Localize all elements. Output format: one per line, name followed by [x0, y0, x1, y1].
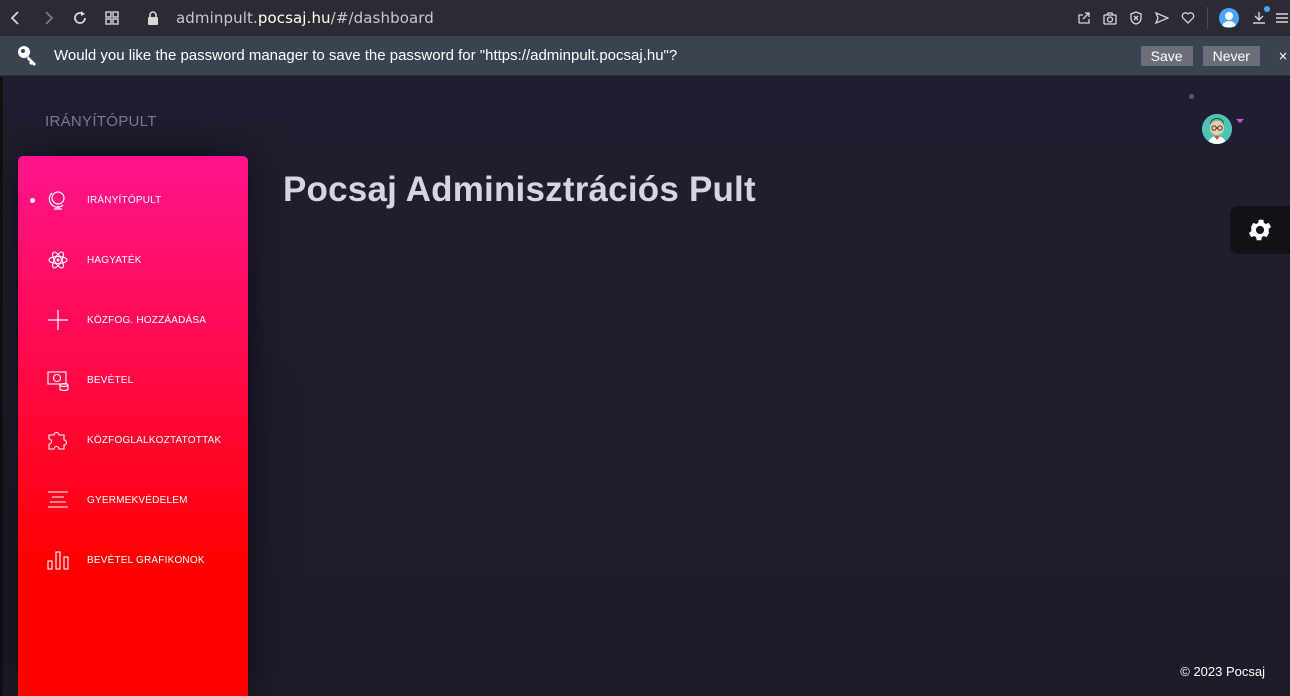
sidebar-item-gyermekvedelem[interactable]: GYERMEKVÉDELEM — [18, 480, 248, 520]
plus-icon — [47, 309, 69, 331]
grid-icon — [105, 11, 119, 25]
download-badge — [1264, 6, 1270, 12]
reload-button[interactable] — [64, 0, 96, 36]
status-dot — [1189, 94, 1194, 99]
sidebar-item-iranyitopult[interactable]: IRÁNYÍTÓPULT — [18, 180, 248, 220]
lock-icon — [148, 11, 158, 25]
screenshot-button[interactable] — [1097, 0, 1123, 36]
browser-toolbar: adminpult.pocsaj.hu/#/dashboard — [0, 0, 1290, 36]
sidebar-item-kozfog-hozzaadasa[interactable]: KÖZFOG. HOZZÁADÁSA — [18, 300, 248, 340]
globe-icon — [47, 189, 69, 211]
navbar-brand[interactable]: IRÁNYÍTÓPULT — [45, 113, 157, 130]
sidebar-item-label: KÖZFOG. HOZZÁADÁSA — [87, 314, 207, 326]
bar-chart-icon — [47, 549, 69, 571]
tabs-grid-button[interactable] — [96, 0, 128, 36]
share-button[interactable] — [1071, 0, 1097, 36]
back-button[interactable] — [0, 0, 32, 36]
arrow-left-icon — [10, 11, 19, 25]
sidebar-item-label: GYERMEKVÉDELEM — [87, 494, 188, 506]
sidebar-item-label: BEVÉTEL — [87, 374, 134, 386]
align-center-icon — [47, 489, 69, 511]
url-text: adminpult.pocsaj.hu/#/dashboard — [176, 9, 434, 27]
sidebar-item-label: IRÁNYÍTÓPULT — [87, 194, 162, 206]
send-button[interactable] — [1149, 0, 1175, 36]
forward-button[interactable] — [32, 0, 64, 36]
money-icon — [47, 369, 69, 391]
profile-button[interactable] — [1214, 0, 1244, 36]
gear-icon — [1248, 219, 1272, 241]
menu-icon — [1276, 13, 1288, 23]
adblock-button[interactable] — [1123, 0, 1149, 36]
favorites-button[interactable] — [1175, 0, 1201, 36]
infobar-message: Would you like the password manager to s… — [54, 47, 678, 64]
app-main: IRÁNYÍTÓPULT IRÁNYÍTÓPULT HAGYATÉK KÖZFO… — [0, 77, 1290, 696]
share-icon — [1078, 12, 1090, 24]
sidebar-item-hagyatek[interactable]: HAGYATÉK — [18, 240, 248, 280]
sidebar-item-bevetel-grafikonok[interactable]: BEVÉTEL GRAFIKONOK — [18, 540, 248, 580]
user-dropdown[interactable] — [1202, 114, 1244, 144]
address-bar[interactable]: adminpult.pocsaj.hu/#/dashboard — [146, 9, 1071, 27]
sidebar: IRÁNYÍTÓPULT HAGYATÉK KÖZFOG. HOZZÁADÁSA… — [18, 156, 248, 696]
sidebar-item-label: KÖZFOGLALKOZTATOTTAK — [87, 434, 222, 446]
footer-copyright: © 2023 Pocsaj — [1180, 664, 1265, 679]
reload-icon — [74, 11, 86, 24]
shield-x-icon — [1130, 11, 1142, 25]
sidebar-item-bevetel[interactable]: BEVÉTEL — [18, 360, 248, 400]
password-save-infobar: Would you like the password manager to s… — [0, 36, 1290, 76]
camera-icon — [1103, 12, 1117, 25]
never-save-button[interactable]: Never — [1202, 45, 1260, 66]
active-indicator — [30, 197, 35, 203]
sidebar-item-kozfoglalkoztatottak[interactable]: KÖZFOGLALKOZTATOTTAK — [18, 420, 248, 460]
toolbar-separator — [1207, 7, 1208, 29]
send-icon — [1155, 11, 1169, 25]
heart-icon — [1181, 12, 1195, 24]
infobar-close-button[interactable]: × — [1278, 49, 1288, 63]
settings-button[interactable] — [1230, 206, 1290, 254]
sidebar-item-label: HAGYATÉK — [87, 254, 142, 266]
arrow-right-icon — [45, 11, 54, 25]
atom-icon — [47, 249, 69, 271]
key-icon — [18, 45, 36, 66]
save-password-button[interactable]: Save — [1140, 45, 1193, 66]
chevron-down-icon — [1236, 119, 1244, 123]
menu-button[interactable] — [1274, 0, 1290, 36]
puzzle-icon — [47, 429, 69, 451]
downloads-button[interactable] — [1244, 0, 1274, 36]
page-title: Pocsaj Adminisztrációs Pult — [283, 170, 756, 209]
sidebar-item-label: BEVÉTEL GRAFIKONOK — [87, 554, 205, 566]
download-icon — [1253, 12, 1265, 24]
avatar — [1202, 114, 1232, 144]
profile-icon — [1219, 8, 1239, 28]
